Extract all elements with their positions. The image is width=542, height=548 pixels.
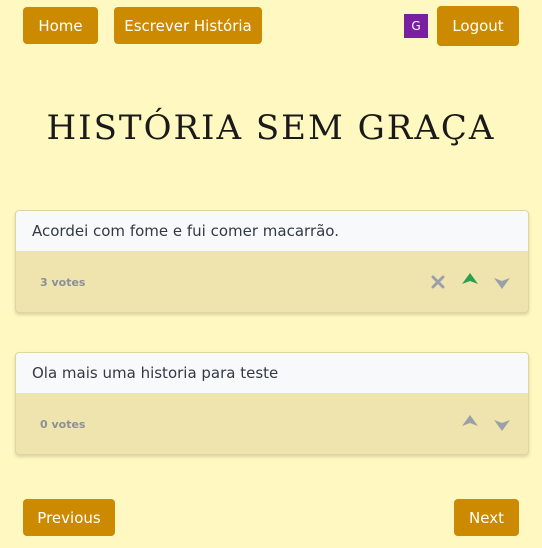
logout-button[interactable]: Logout [437, 6, 519, 46]
next-page-button[interactable]: Next [454, 499, 519, 536]
upvote-icon[interactable] [460, 412, 480, 432]
story-text: Acordei com fome e fui comer macarrão. [16, 211, 528, 252]
downvote-icon[interactable] [492, 272, 512, 292]
story-text: Ola mais uma historia para teste [16, 353, 528, 394]
previous-page-button[interactable]: Previous [23, 499, 115, 536]
story-footer: 0 votes [16, 394, 528, 454]
page-title: HISTÓRIA SEM GRAÇA [46, 108, 496, 148]
vote-count: 3 votes [40, 276, 86, 289]
story-card: Acordei com fome e fui comer macarrão. 3… [15, 210, 529, 313]
home-button[interactable]: Home [23, 7, 98, 44]
story-card: Ola mais uma historia para teste 0 votes [15, 352, 529, 455]
avatar: G [404, 14, 428, 38]
story-footer: 3 votes [16, 252, 528, 312]
write-story-button[interactable]: Escrever História [114, 7, 262, 44]
downvote-icon[interactable] [492, 414, 512, 434]
vote-count: 0 votes [40, 418, 86, 431]
close-icon[interactable] [428, 272, 448, 292]
upvote-icon[interactable] [460, 270, 480, 290]
